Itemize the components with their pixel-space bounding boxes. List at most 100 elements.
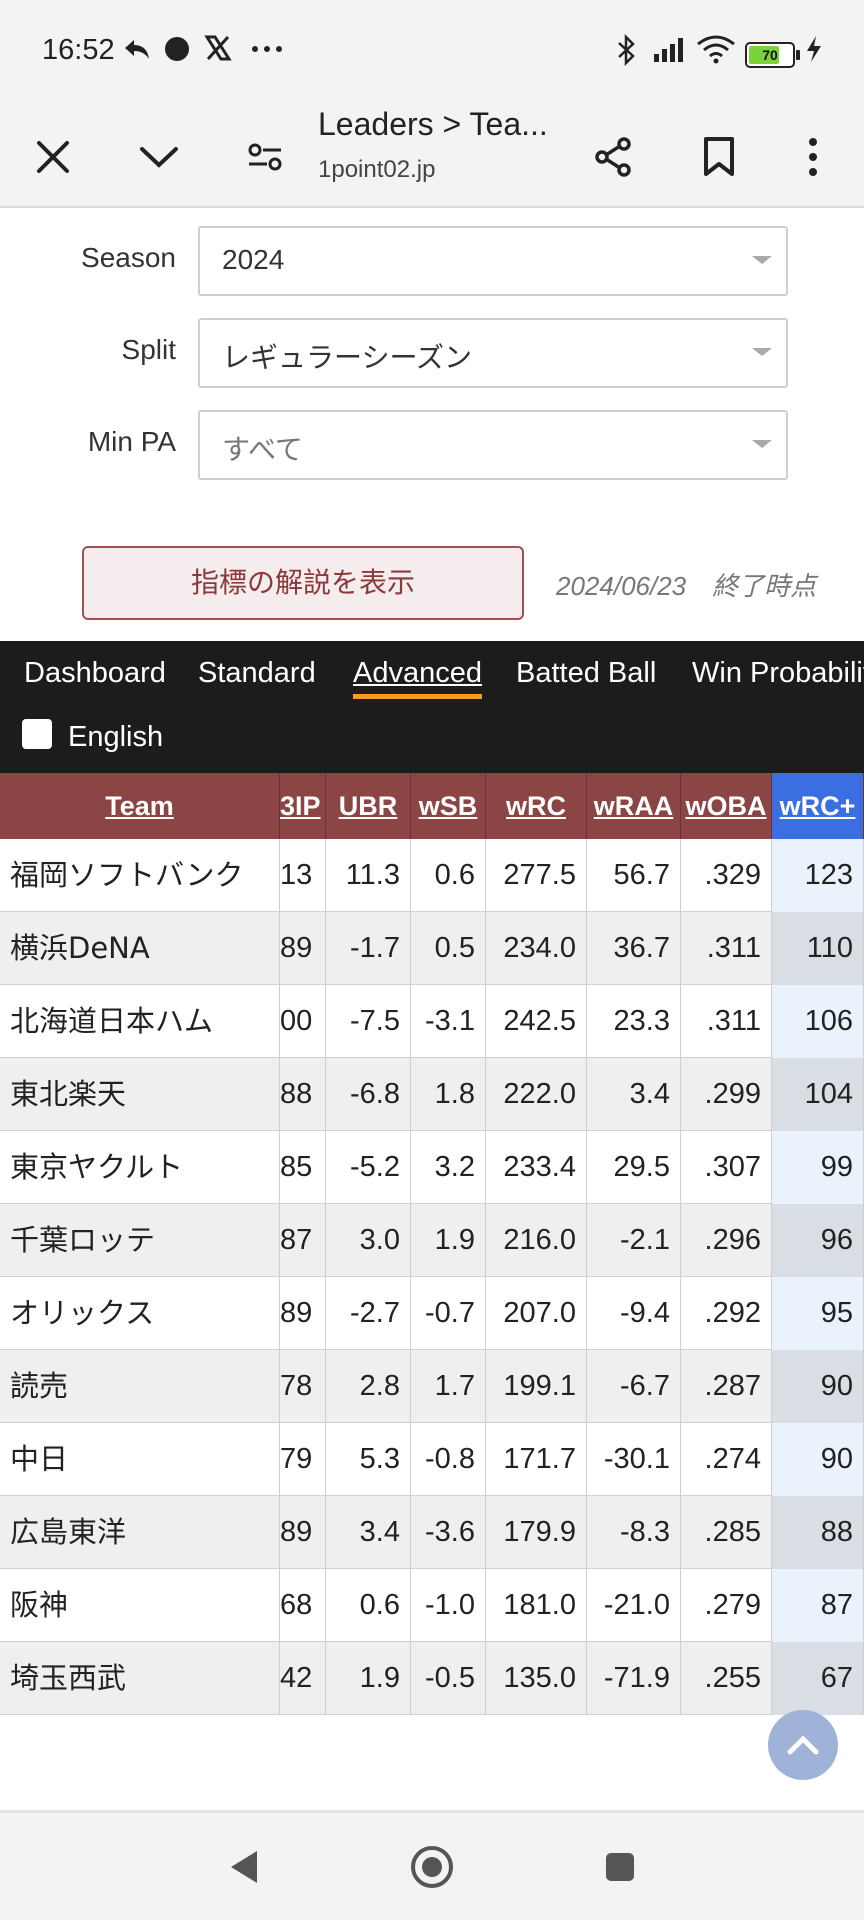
cell-bip: 89 (280, 912, 326, 985)
cell-wrc: 181.0 (486, 1569, 587, 1642)
dot-icon (162, 34, 192, 73)
cell-wraa: -8.3 (587, 1496, 681, 1569)
page-title-area[interactable]: Leaders > Tea... 1point02.jp (318, 106, 568, 206)
cell-wraa: 36.7 (587, 912, 681, 985)
cell-team[interactable]: 千葉ロッテ (0, 1204, 280, 1277)
cell-wsb: 1.7 (411, 1350, 486, 1423)
chevron-down-icon[interactable] (124, 122, 194, 192)
header-woba[interactable]: wOBA (681, 773, 772, 839)
back-icon[interactable] (216, 1839, 272, 1895)
scroll-to-top-button[interactable] (768, 1710, 838, 1780)
cell-wrc-plus: 90 (772, 1350, 864, 1423)
tab-bar: Dashboard Standard Advanced Batted Ball … (0, 641, 864, 773)
cell-wrc: 277.5 (486, 839, 587, 912)
cell-bip: 87 (280, 1204, 326, 1277)
cell-wraa: 29.5 (587, 1131, 681, 1204)
cell-team[interactable]: 中日 (0, 1423, 280, 1496)
status-time: 16:52 (42, 34, 115, 66)
cell-wrc: 234.0 (486, 912, 587, 985)
cell-team[interactable]: 福岡ソフトバンク (0, 839, 280, 912)
status-bar: 16:52 70 (0, 0, 864, 106)
cell-wrc: 171.7 (486, 1423, 587, 1496)
min-pa-select[interactable]: すべて (198, 410, 788, 480)
cell-wsb: -0.8 (411, 1423, 486, 1496)
split-label: Split (121, 334, 176, 365)
table-row: 広島東洋 89 3.4 -3.6 179.9 -8.3.285 88 (0, 1496, 864, 1569)
cell-wrc-plus: 110 (772, 912, 864, 985)
cell-wraa: -21.0 (587, 1569, 681, 1642)
cell-wrc: 135.0 (486, 1642, 587, 1715)
cell-bip: 85 (280, 1131, 326, 1204)
cell-wrc: 222.0 (486, 1058, 587, 1131)
cell-ubr: -7.5 (326, 985, 411, 1058)
cell-wrc: 242.5 (486, 985, 587, 1058)
cell-wrc-plus: 123 (772, 839, 864, 912)
tab-standard[interactable]: Standard (198, 657, 316, 690)
header-ubr[interactable]: UBR (326, 773, 411, 839)
close-icon[interactable] (18, 122, 88, 192)
cell-ubr: -5.2 (326, 1131, 411, 1204)
header-wrc[interactable]: wRC (486, 773, 587, 839)
wifi-icon (696, 34, 736, 73)
cell-ubr: -2.7 (326, 1277, 411, 1350)
cell-team[interactable]: 阪神 (0, 1569, 280, 1642)
as-of-date: 2024/06/23 終了時点 (556, 571, 817, 601)
min-pa-label: Min PA (87, 426, 176, 457)
table-row: 北海道日本ハム 00 -7.5 -3.1 242.5 23.3.311 106 (0, 985, 864, 1058)
cell-woba: .285 (681, 1496, 772, 1569)
cell-wrc: 207.0 (486, 1277, 587, 1350)
tab-dashboard[interactable]: Dashboard (24, 657, 166, 690)
cell-wsb: 1.8 (411, 1058, 486, 1131)
cell-wrc-plus: 104 (772, 1058, 864, 1131)
more-vert-icon[interactable] (778, 122, 848, 192)
cell-woba: .329 (681, 839, 772, 912)
cell-ubr: 1.9 (326, 1642, 411, 1715)
cell-bip: 13 (280, 839, 326, 912)
bookmark-icon[interactable] (684, 122, 754, 192)
header-wsb[interactable]: wSB (411, 773, 486, 839)
cell-wrc: 216.0 (486, 1204, 587, 1277)
tab-win-probability[interactable]: Win Probabilit (692, 657, 864, 690)
cell-team[interactable]: 横浜DeNA (0, 912, 280, 985)
chevron-up-icon (787, 1735, 819, 1755)
tab-advanced[interactable]: Advanced (353, 657, 482, 699)
more-dots-icon (250, 34, 284, 73)
system-nav-bar (0, 1813, 864, 1920)
home-icon[interactable] (404, 1839, 460, 1895)
cell-woba: .311 (681, 912, 772, 985)
cell-wrc-plus: 67 (772, 1642, 864, 1715)
cell-team[interactable]: 読売 (0, 1350, 280, 1423)
table-row: 阪神 68 0.6 -1.0 181.0 -21.0.279 87 (0, 1569, 864, 1642)
cell-woba: .287 (681, 1350, 772, 1423)
cell-team[interactable]: 東北楽天 (0, 1058, 280, 1131)
english-checkbox[interactable] (22, 719, 52, 749)
cell-woba: .279 (681, 1569, 772, 1642)
cell-woba: .255 (681, 1642, 772, 1715)
cell-team[interactable]: オリックス (0, 1277, 280, 1350)
table-row: 読売 78 2.8 1.7 199.1 -6.7.287 90 (0, 1350, 864, 1423)
cell-team[interactable]: 北海道日本ハム (0, 985, 280, 1058)
table-row: 埼玉西武 42 1.9 -0.5 135.0 -71.9.255 67 (0, 1642, 864, 1715)
explain-metrics-button[interactable]: 指標の解説を表示 (82, 546, 524, 620)
share-icon[interactable] (578, 122, 648, 192)
cell-team[interactable]: 東京ヤクルト (0, 1131, 280, 1204)
cell-wsb: 0.5 (411, 912, 486, 985)
header-team[interactable]: Team (0, 773, 280, 839)
header-wraa[interactable]: wRAA (587, 773, 681, 839)
table-row: 横浜DeNA 89 -1.7 0.5 234.0 36.7.311 110 (0, 912, 864, 985)
cell-ubr: 0.6 (326, 1569, 411, 1642)
english-label: English (68, 721, 164, 753)
cell-team[interactable]: 広島東洋 (0, 1496, 280, 1569)
tab-batted-ball[interactable]: Batted Ball (516, 657, 656, 690)
recents-icon[interactable] (592, 1839, 648, 1895)
header-wrc-plus[interactable]: wRC+ (772, 773, 864, 839)
cell-team[interactable]: 埼玉西武 (0, 1642, 280, 1715)
table-row: 中日 79 5.3 -0.8 171.7 -30.1.274 90 (0, 1423, 864, 1496)
site-settings-icon[interactable] (230, 122, 300, 192)
cell-ubr: 5.3 (326, 1423, 411, 1496)
cell-bip: 89 (280, 1277, 326, 1350)
cell-bip: 42 (280, 1642, 326, 1715)
season-select[interactable]: 2024 (198, 226, 788, 296)
split-select[interactable]: レギュラーシーズン (198, 318, 788, 388)
header-bip[interactable]: 3IP (280, 773, 326, 839)
